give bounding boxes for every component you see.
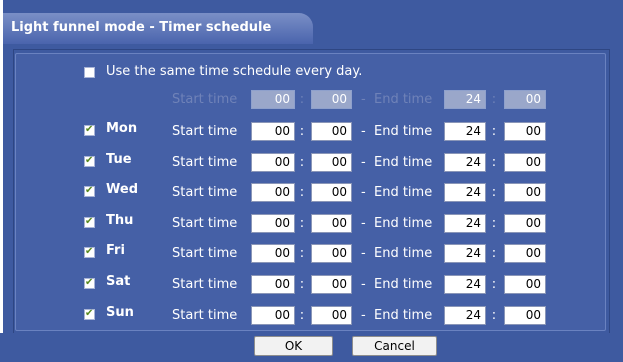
end-hour-field-wed[interactable]: 24 xyxy=(444,183,486,202)
start-time-label-sun: Start time xyxy=(172,308,238,323)
start-min-field-tue[interactable]: 00 xyxy=(311,153,352,172)
start-min-field-fri[interactable]: 00 xyxy=(311,244,352,263)
start-colon-thu: : xyxy=(299,216,305,231)
end-colon-tue: : xyxy=(491,155,497,170)
day-label-fri: Fri xyxy=(106,243,125,258)
end-min-field-mon[interactable]: 00 xyxy=(504,122,546,141)
day-label-tue: Tue xyxy=(106,152,132,167)
common-end-min-field[interactable]: 00 xyxy=(504,90,546,109)
start-colon-tue: : xyxy=(299,155,305,170)
day-label-mon: Mon xyxy=(106,121,138,136)
start-hour-field-wed[interactable]: 00 xyxy=(251,183,295,202)
end-time-label-thu: End time xyxy=(374,216,433,231)
day-checkbox-tue[interactable] xyxy=(84,154,95,168)
end-min-field-sat[interactable]: 00 xyxy=(504,275,546,294)
start-min-field-sun[interactable]: 00 xyxy=(311,306,352,325)
dash-sat: - xyxy=(361,277,366,292)
start-time-label-fri: Start time xyxy=(172,246,238,261)
dash-sun: - xyxy=(361,308,366,323)
dash-mon: - xyxy=(361,124,366,139)
end-hour-field-thu[interactable]: 24 xyxy=(444,214,486,233)
start-colon-wed: : xyxy=(299,185,305,200)
end-time-label-sun: End time xyxy=(374,308,433,323)
start-hour-field-thu[interactable]: 00 xyxy=(251,214,295,233)
start-hour-field-fri[interactable]: 00 xyxy=(251,244,295,263)
end-colon-fri: : xyxy=(491,246,497,261)
common-start-label: Start time xyxy=(172,92,238,107)
same-schedule-label: Use the same time schedule every day. xyxy=(106,64,363,79)
end-hour-field-sat[interactable]: 24 xyxy=(444,275,486,294)
end-hour-field-fri[interactable]: 24 xyxy=(444,244,486,263)
dash-tue: - xyxy=(361,155,366,170)
end-hour-field-tue[interactable]: 24 xyxy=(444,153,486,172)
end-colon-mon: : xyxy=(491,124,497,139)
start-time-label-wed: Start time xyxy=(172,185,238,200)
start-colon-sat: : xyxy=(299,277,305,292)
end-colon-thu: : xyxy=(491,216,497,231)
dash-fri: - xyxy=(361,246,366,261)
day-checkbox-fri[interactable] xyxy=(84,245,95,259)
start-colon-fri: : xyxy=(299,246,305,261)
dash-thu: - xyxy=(361,216,366,231)
start-time-label-sat: Start time xyxy=(172,277,238,292)
start-min-field-mon[interactable]: 00 xyxy=(311,122,352,141)
end-min-field-thu[interactable]: 00 xyxy=(504,214,546,233)
day-checkbox-sat[interactable] xyxy=(84,276,95,290)
day-label-thu: Thu xyxy=(106,213,134,228)
dash-wed: - xyxy=(361,185,366,200)
common-end-colon: : xyxy=(491,92,497,107)
end-hour-field-sun[interactable]: 24 xyxy=(444,306,486,325)
start-time-label-tue: Start time xyxy=(172,155,238,170)
day-label-sat: Sat xyxy=(106,274,131,289)
start-min-field-sat[interactable]: 00 xyxy=(311,275,352,294)
end-min-field-wed[interactable]: 00 xyxy=(504,183,546,202)
day-label-wed: Wed xyxy=(106,182,138,197)
end-colon-wed: : xyxy=(491,185,497,200)
start-min-field-thu[interactable]: 00 xyxy=(311,214,352,233)
end-hour-field-mon[interactable]: 24 xyxy=(444,122,486,141)
same-schedule-checkbox[interactable] xyxy=(84,67,95,78)
end-min-field-fri[interactable]: 00 xyxy=(504,244,546,263)
common-dash: - xyxy=(361,92,366,107)
start-colon-mon: : xyxy=(299,124,305,139)
common-end-hour-field[interactable]: 24 xyxy=(444,90,486,109)
ok-button[interactable]: OK xyxy=(254,336,333,356)
common-start-colon: : xyxy=(299,92,305,107)
cancel-button[interactable]: Cancel xyxy=(352,336,437,356)
end-time-label-sat: End time xyxy=(374,277,433,292)
start-colon-sun: : xyxy=(299,308,305,323)
start-hour-field-sun[interactable]: 00 xyxy=(251,306,295,325)
end-time-label-mon: End time xyxy=(374,124,433,139)
day-label-sun: Sun xyxy=(106,305,134,320)
start-hour-field-sat[interactable]: 00 xyxy=(251,275,295,294)
start-time-label-mon: Start time xyxy=(172,124,238,139)
day-checkbox-wed[interactable] xyxy=(84,184,95,198)
day-checkbox-mon[interactable] xyxy=(84,123,95,137)
start-time-label-thu: Start time xyxy=(172,216,238,231)
end-colon-sun: : xyxy=(491,308,497,323)
dialog-title-tab: Light funnel mode - Timer schedule xyxy=(3,13,313,44)
start-hour-field-tue[interactable]: 00 xyxy=(251,153,295,172)
day-checkbox-thu[interactable] xyxy=(84,215,95,229)
common-end-label: End time xyxy=(374,92,433,107)
end-time-label-fri: End time xyxy=(374,246,433,261)
end-min-field-tue[interactable]: 00 xyxy=(504,153,546,172)
start-hour-field-mon[interactable]: 00 xyxy=(251,122,295,141)
end-colon-sat: : xyxy=(491,277,497,292)
common-start-min-field[interactable]: 00 xyxy=(311,90,352,109)
end-time-label-wed: End time xyxy=(374,185,433,200)
day-checkbox-sun[interactable] xyxy=(84,307,95,321)
end-min-field-sun[interactable]: 00 xyxy=(504,306,546,325)
end-time-label-tue: End time xyxy=(374,155,433,170)
common-start-hour-field[interactable]: 00 xyxy=(251,90,295,109)
start-min-field-wed[interactable]: 00 xyxy=(311,183,352,202)
